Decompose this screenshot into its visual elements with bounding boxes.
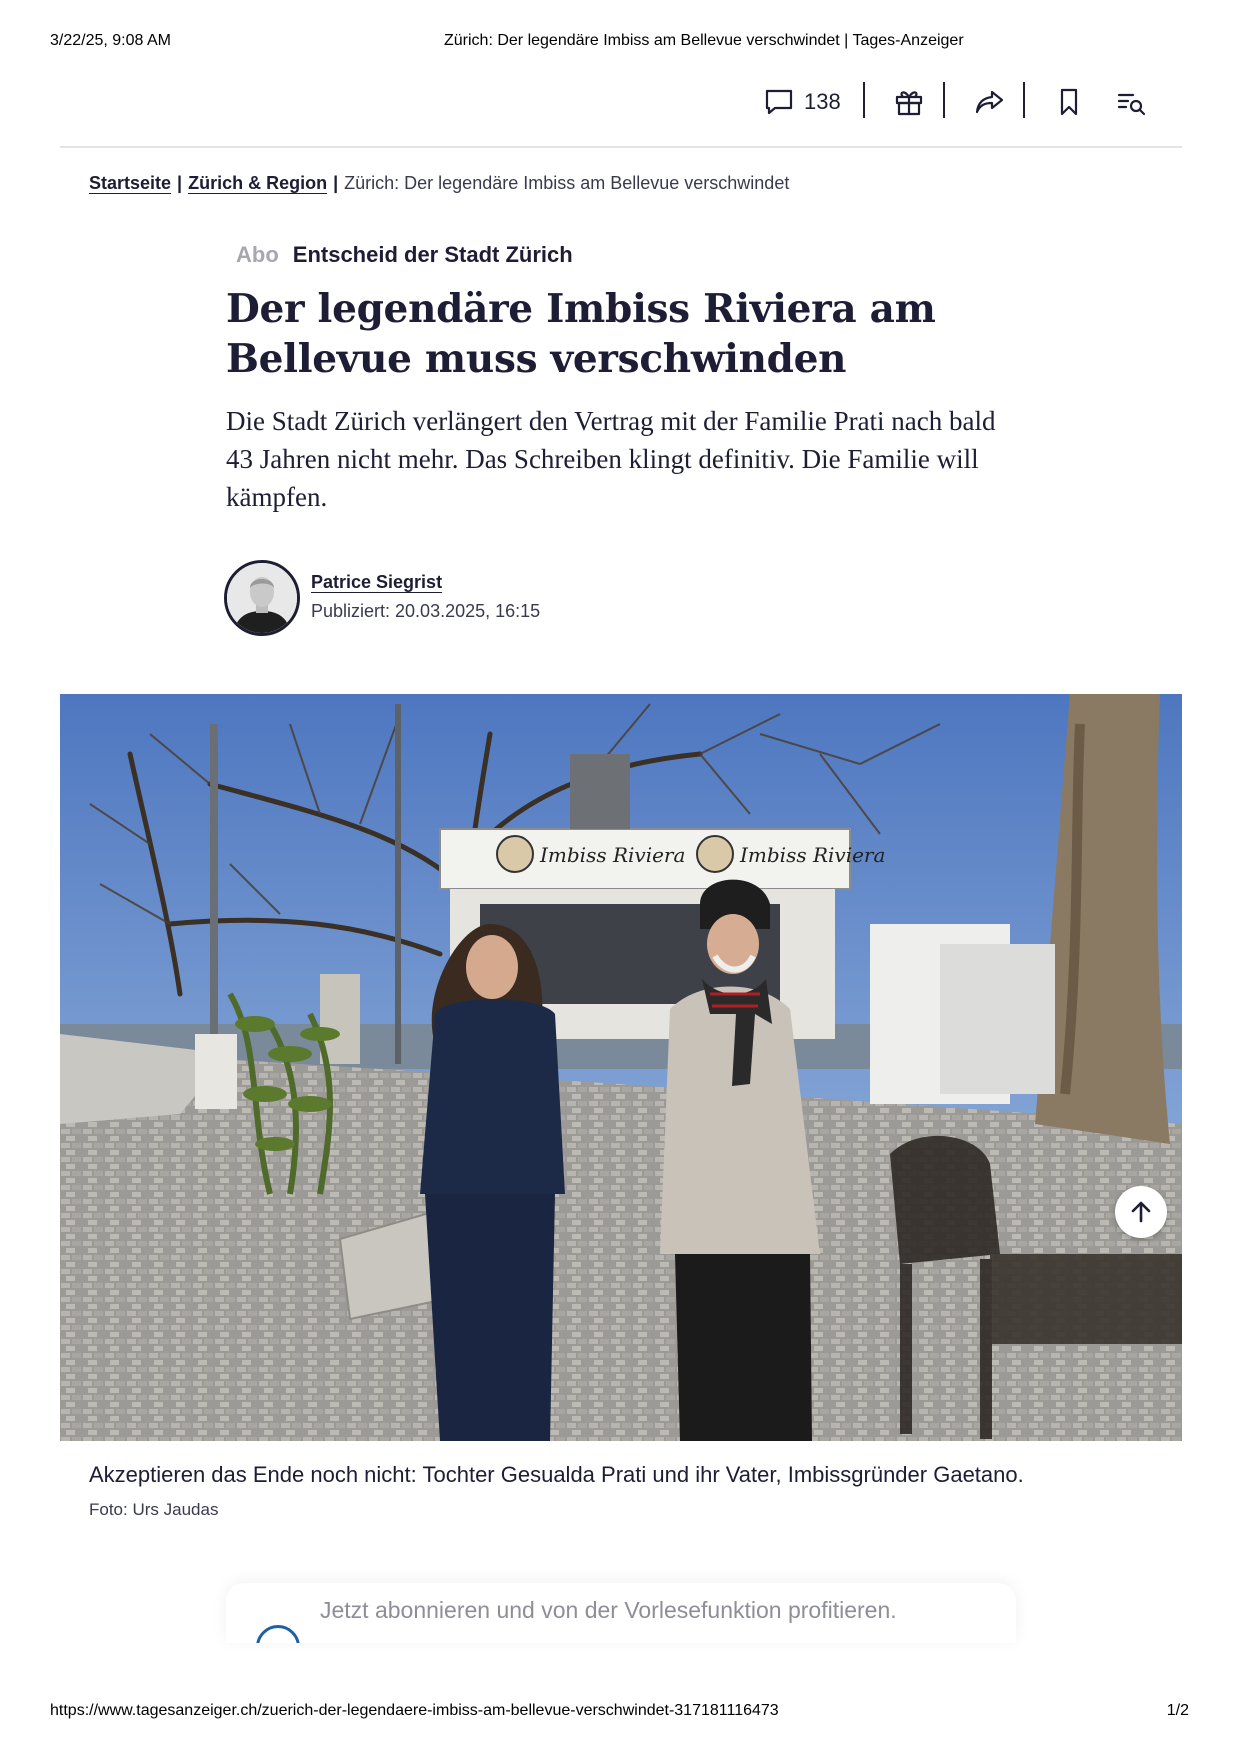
play-icon[interactable] <box>256 1625 300 1643</box>
comments-button[interactable]: 138 <box>764 84 841 120</box>
breadcrumb-section-link[interactable]: Zürich & Region <box>188 173 327 193</box>
abo-badge: Abo <box>236 242 279 267</box>
breadcrumb-current: Zürich: Der legendäre Imbiss am Bellevue… <box>344 173 790 193</box>
comment-count: 138 <box>804 89 841 114</box>
gift-article-button[interactable] <box>894 84 924 120</box>
bookmark-icon <box>1060 88 1078 116</box>
print-footer: https://www.tagesanzeiger.ch/zuerich-der… <box>50 1702 1189 1722</box>
reading-list-button[interactable] <box>1116 84 1146 120</box>
image-caption: Akzeptieren das Ende noch nicht: Tochter… <box>89 1462 1024 1487</box>
imbiss-sign: Imbiss Riviera <box>539 843 685 867</box>
gift-icon <box>895 91 923 116</box>
article-hero-image[interactable]: Imbiss Riviera Imbiss Riviera <box>60 694 1182 1441</box>
reading-list-icon <box>1117 93 1146 116</box>
hero-photo: Imbiss Riviera Imbiss Riviera <box>60 694 1182 1441</box>
print-date: 3/22/25, 9:08 AM <box>50 32 171 49</box>
toolbar-divider <box>1023 82 1025 118</box>
breadcrumb-separator: | <box>177 173 183 193</box>
author-portrait <box>227 563 297 633</box>
share-button[interactable] <box>974 84 1004 120</box>
print-page-title: Zürich: Der legendäre Imbiss am Bellevue… <box>444 32 964 49</box>
kicker-text: Entscheid der Stadt Zürich <box>292 242 573 267</box>
image-credit: Foto: Urs Jaudas <box>89 1500 219 1519</box>
article-kicker: Abo Entscheid der Stadt Zürich <box>236 242 573 268</box>
article-lead: Die Stadt Zürich verlängert den Vertrag … <box>226 406 996 512</box>
toolbar-divider <box>943 82 945 118</box>
arrow-up-icon <box>1131 1201 1151 1223</box>
print-header: 3/22/25, 9:08 AM Zürich: Der legendäre I… <box>50 32 1189 52</box>
print-page-number: 1/2 <box>1166 1702 1189 1719</box>
print-url: https://www.tagesanzeiger.ch/zuerich-der… <box>50 1702 779 1719</box>
bookmark-button[interactable] <box>1054 84 1084 120</box>
publish-date: Publiziert: 20.03.2025, 16:15 <box>311 601 541 621</box>
author-avatar[interactable] <box>224 560 300 636</box>
author-link[interactable]: Patrice Siegrist <box>311 572 442 593</box>
share-icon <box>975 90 1004 114</box>
comment-icon <box>765 89 793 115</box>
article-headline: Der legendäre Imbiss Riviera am Bellevue… <box>226 286 936 382</box>
audio-promo-box[interactable]: Jetzt abonnieren und von der Vorlesefunk… <box>226 1583 1016 1643</box>
audio-promo-text: Jetzt abonnieren und von der Vorlesefunk… <box>320 1597 897 1623</box>
toolbar-divider <box>863 82 865 118</box>
breadcrumb-separator: | <box>333 173 339 193</box>
article-toolbar: 138 <box>60 80 1182 148</box>
breadcrumb-home-link[interactable]: Startseite <box>89 173 171 193</box>
breadcrumb: Startseite | Zürich & Region | Zürich: Der l… <box>89 173 789 194</box>
imbiss-sign-side: Imbiss Riviera <box>739 843 885 867</box>
scroll-to-top-button[interactable] <box>1115 1186 1167 1238</box>
